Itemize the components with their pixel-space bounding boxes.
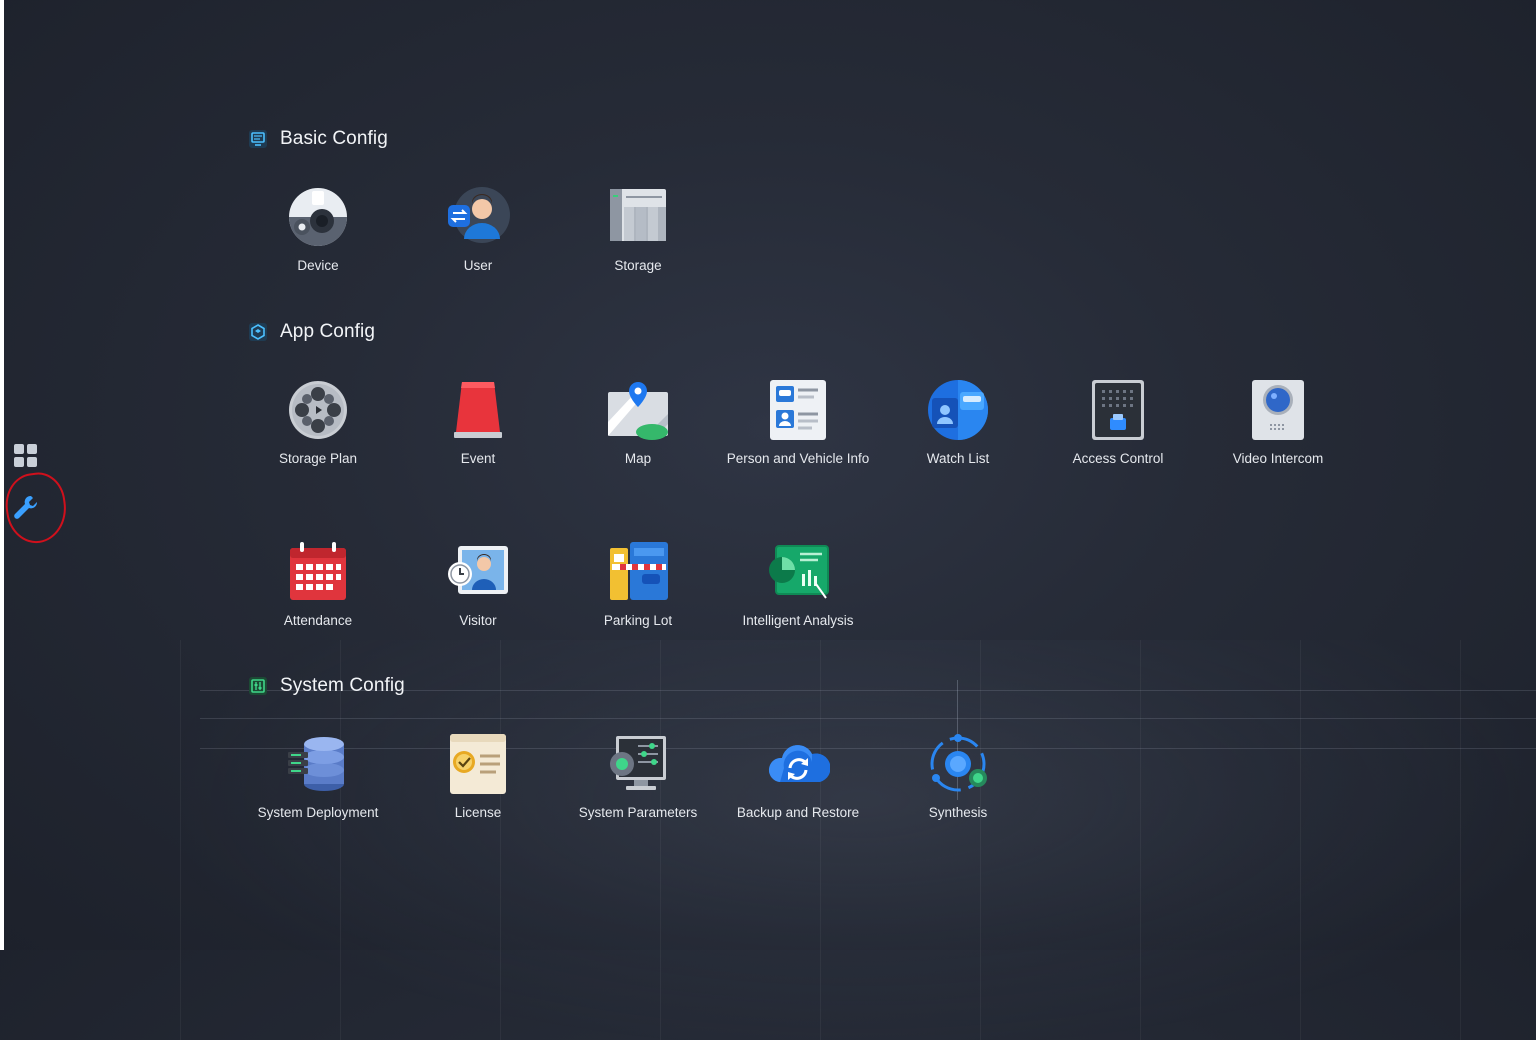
section-system-config: System Config	[248, 675, 405, 697]
tile-synthesis[interactable]: Synthesis	[878, 732, 1038, 821]
tile-access-control[interactable]: Access Control	[1038, 378, 1198, 467]
left-sidebar	[1, 0, 71, 950]
tile-person-vehicle-info[interactable]: Person and Vehicle Info	[718, 378, 878, 467]
tile-storage-plan[interactable]: Storage Plan	[238, 378, 398, 467]
tile-license[interactable]: License	[398, 732, 558, 821]
tile-label: Storage Plan	[278, 451, 358, 466]
red-annotation-circle	[1, 469, 71, 547]
watch-list-icon	[928, 380, 988, 440]
camera-dome-icon	[289, 188, 347, 246]
section-app-config: App Config	[248, 321, 375, 343]
user-avatar-icon	[448, 187, 510, 243]
grid-apps-icon	[14, 444, 37, 467]
tile-label: Event	[460, 451, 496, 466]
tile-backup-restore[interactable]: Backup and Restore	[718, 732, 878, 821]
tile-label: User	[463, 258, 493, 273]
id-cards-icon	[770, 380, 826, 440]
section-title: System Config	[280, 675, 405, 696]
tile-label: Access Control	[1072, 451, 1164, 466]
synthesis-orbit-icon	[930, 734, 987, 792]
monitor-icon	[248, 129, 268, 149]
section-basic-config: Basic Config	[248, 128, 388, 150]
tile-label: Intelligent Analysis	[742, 613, 854, 628]
tile-device[interactable]: Device	[238, 185, 398, 274]
cloud-sync-icon	[768, 745, 830, 782]
tile-label: Synthesis	[928, 805, 988, 820]
tile-label: Visitor	[459, 613, 497, 628]
tile-attendance[interactable]: Attendance	[238, 540, 398, 629]
sliders-icon	[248, 676, 268, 696]
apps-grid-button[interactable]	[10, 440, 42, 472]
tile-label: Attendance	[283, 613, 353, 628]
tile-system-parameters[interactable]: System Parameters	[558, 732, 718, 821]
calendar-icon	[290, 542, 346, 600]
film-reel-icon	[289, 381, 347, 439]
database-icon	[288, 737, 344, 791]
world-map-background	[180, 640, 1536, 1040]
grid-line	[200, 718, 1536, 719]
section-title: Basic Config	[280, 128, 388, 149]
tile-label: Device	[297, 258, 339, 273]
tile-label: Person and Vehicle Info	[726, 451, 870, 466]
tile-label: Watch List	[926, 451, 990, 466]
analysis-chart-icon	[769, 545, 829, 599]
tile-user[interactable]: User	[398, 185, 558, 274]
tile-video-intercom[interactable]: Video Intercom	[1198, 378, 1358, 467]
intercom-icon	[1252, 380, 1304, 440]
license-certificate-icon	[450, 734, 506, 794]
tile-label: System Parameters	[578, 805, 698, 820]
map-pin-icon	[608, 382, 668, 440]
tile-intelligent-analysis[interactable]: Intelligent Analysis	[718, 540, 878, 629]
tile-label: System Deployment	[257, 805, 379, 820]
parking-barrier-icon	[610, 542, 668, 600]
tile-storage[interactable]: Storage	[558, 185, 718, 274]
tile-label: Map	[624, 451, 652, 466]
storage-server-icon	[610, 189, 666, 241]
tile-visitor[interactable]: Visitor	[398, 540, 558, 629]
tile-label: License	[454, 805, 502, 820]
section-title: App Config	[280, 321, 376, 342]
hexagon-cube-icon	[248, 322, 268, 342]
tile-label: Video Intercom	[1232, 451, 1324, 466]
monitor-settings-icon	[610, 736, 666, 790]
visitor-badge-icon	[448, 546, 508, 594]
access-panel-icon	[1092, 380, 1144, 440]
tile-system-deployment[interactable]: System Deployment	[238, 732, 398, 821]
tile-label: Parking Lot	[603, 613, 673, 628]
tile-parking-lot[interactable]: Parking Lot	[558, 540, 718, 629]
alarm-light-icon	[454, 382, 502, 438]
tile-map[interactable]: Map	[558, 378, 718, 467]
tile-label: Backup and Restore	[736, 805, 860, 820]
tile-watch-list[interactable]: Watch List	[878, 378, 1038, 467]
tile-event[interactable]: Event	[398, 378, 558, 467]
tile-label: Storage	[614, 258, 662, 273]
